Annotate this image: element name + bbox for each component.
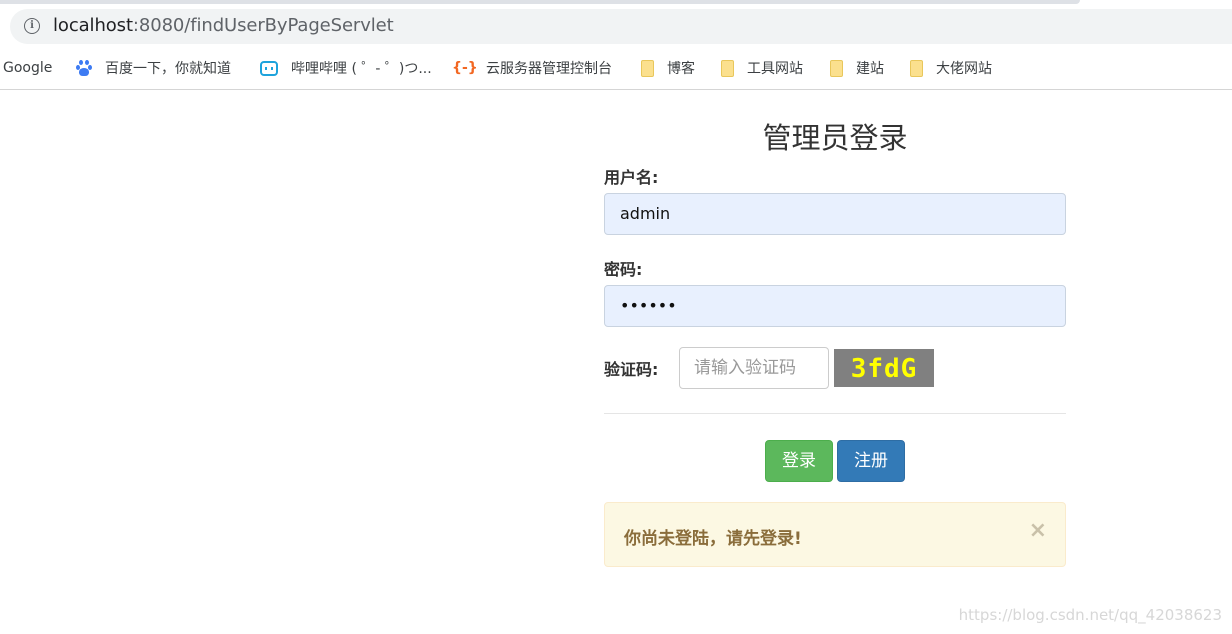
bookmark-bilibili[interactable]: 哔哩哔哩 ( ゜- ゜)つ... (260, 58, 432, 78)
address-bar[interactable]: i localhost:8080/findUserByPageServlet (10, 9, 1232, 44)
bookmark-folder-build[interactable]: 建站 (830, 58, 884, 78)
register-button[interactable]: 注册 (837, 440, 905, 482)
close-icon[interactable]: × (1029, 519, 1047, 543)
bookmark-label: 云服务器管理控制台 (486, 61, 612, 77)
bookmark-google[interactable]: Google (3, 58, 52, 78)
folder-icon (721, 59, 734, 77)
watermark: https://blog.csdn.net/qq_42038623 (958, 606, 1222, 624)
bookmark-folder-tools[interactable]: 工具网站 (721, 58, 803, 78)
bookmark-label: 建站 (856, 61, 884, 77)
bookmark-folder-blog[interactable]: 博客 (641, 58, 695, 78)
bookmark-label: 大佬网站 (936, 61, 992, 77)
bookmark-label: 百度一下，你就知道 (105, 61, 231, 77)
url-text[interactable]: localhost:8080/findUserByPageServlet (53, 15, 394, 36)
chrome-divider (0, 89, 1232, 90)
warning-alert: 你尚未登陆，请先登录! × (604, 502, 1066, 567)
username-input[interactable]: admin (604, 193, 1066, 235)
form-divider (604, 413, 1066, 414)
url-host: localhost (53, 15, 133, 36)
bookmarks-bar: Google 百度一下，你就知道 哔哩哔哩 ( ゜- ゜)つ... {-} 云服… (0, 48, 1232, 88)
bookmark-label: 博客 (667, 61, 695, 77)
login-button[interactable]: 登录 (765, 440, 833, 482)
folder-icon (830, 59, 843, 77)
site-info-icon[interactable]: i (24, 18, 40, 34)
folder-icon (910, 59, 923, 77)
captcha-input[interactable]: 请输入验证码 (679, 347, 829, 389)
captcha-label: 验证码: (604, 360, 659, 379)
bookmark-label: 工具网站 (747, 61, 803, 77)
bilibili-icon (260, 60, 278, 76)
url-path: :8080/findUserByPageServlet (132, 15, 394, 36)
bookmark-label: 哔哩哔哩 ( ゜- ゜)つ... (291, 61, 432, 77)
captcha-image[interactable]: 3fdG (834, 349, 934, 387)
alert-message: 你尚未登陆，请先登录! (624, 529, 802, 549)
bookmark-label: Google (3, 60, 53, 76)
bookmark-baidu[interactable]: 百度一下，你就知道 (76, 58, 231, 78)
password-input[interactable]: •••••• (604, 285, 1066, 327)
bookmark-aliyun[interactable]: {-} 云服务器管理控制台 (452, 58, 612, 78)
aliyun-icon: {-} (452, 60, 478, 76)
active-tab-edge (0, 0, 1080, 4)
tab-strip (0, 0, 1232, 8)
bookmark-folder-experts[interactable]: 大佬网站 (910, 58, 992, 78)
folder-icon (641, 59, 654, 77)
page-title: 管理员登录 (762, 121, 908, 155)
password-label: 密码: (604, 260, 643, 279)
baidu-icon (76, 60, 92, 76)
username-label: 用户名: (604, 168, 659, 187)
